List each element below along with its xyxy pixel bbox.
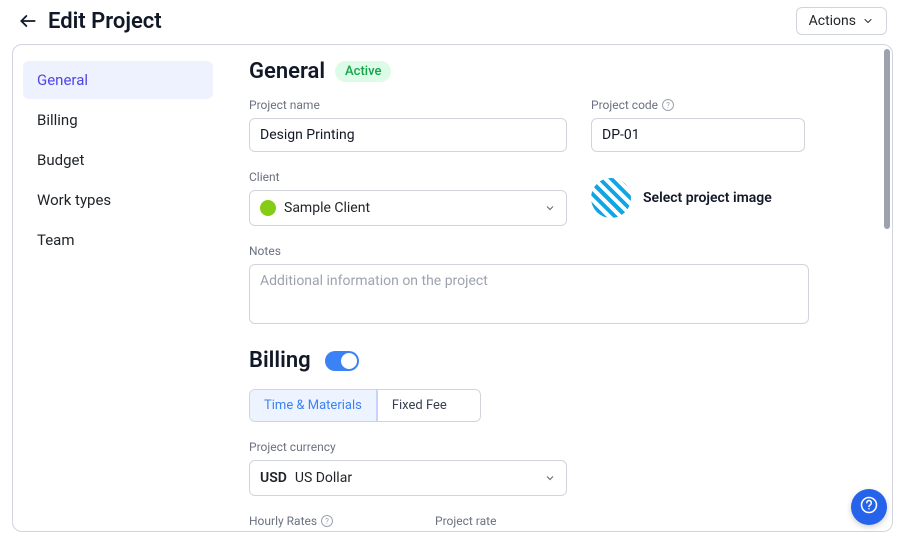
- currency-select[interactable]: USD US Dollar: [249, 460, 567, 496]
- question-icon: [860, 496, 878, 518]
- help-fab[interactable]: [851, 489, 887, 525]
- section-title-general: General: [249, 59, 325, 84]
- client-name: Sample Client: [284, 200, 370, 216]
- sidebar-item-general[interactable]: General: [23, 61, 213, 99]
- client-select[interactable]: Sample Client: [249, 190, 567, 226]
- back-arrow-icon[interactable]: [18, 11, 38, 31]
- actions-button[interactable]: Actions: [796, 7, 887, 35]
- project-image-placeholder[interactable]: [591, 178, 631, 218]
- sidebar-item-billing[interactable]: Billing: [23, 101, 213, 139]
- label-currency: Project currency: [249, 440, 866, 454]
- section-title-billing: Billing: [249, 348, 311, 373]
- actions-label: Actions: [809, 13, 856, 29]
- billing-toggle[interactable]: [325, 351, 359, 371]
- label-notes: Notes: [249, 244, 866, 258]
- chevron-down-icon: [544, 472, 556, 484]
- status-badge: Active: [335, 61, 391, 82]
- project-code-input[interactable]: [591, 118, 805, 152]
- scrollbar-thumb[interactable]: [884, 49, 890, 229]
- client-color-dot: [260, 200, 276, 216]
- tab-fixed-fee[interactable]: Fixed Fee: [377, 390, 461, 421]
- billing-type-segmented: Time & Materials Fixed Fee: [249, 389, 481, 422]
- sidebar-item-budget[interactable]: Budget: [23, 141, 213, 179]
- chevron-down-icon: [544, 202, 556, 214]
- tab-time-materials[interactable]: Time & Materials: [250, 390, 377, 421]
- label-project-name: Project name: [249, 98, 567, 112]
- notes-input[interactable]: [249, 264, 809, 324]
- sidebar: General Billing Budget Work types Team: [13, 45, 223, 531]
- help-icon[interactable]: ?: [321, 515, 333, 527]
- help-icon[interactable]: ?: [662, 99, 674, 111]
- select-project-image-link[interactable]: Select project image: [643, 190, 772, 206]
- chevron-down-icon: [862, 15, 874, 27]
- label-hourly-rates: Hourly Rates ?: [249, 514, 407, 528]
- sidebar-item-team[interactable]: Team: [23, 221, 213, 259]
- label-project-rate: Project rate: [435, 514, 635, 528]
- label-project-code: Project code ?: [591, 98, 805, 112]
- label-client: Client: [249, 170, 567, 184]
- sidebar-item-work-types[interactable]: Work types: [23, 181, 213, 219]
- currency-code: USD: [260, 470, 287, 486]
- project-name-input[interactable]: [249, 118, 567, 152]
- page-title: Edit Project: [48, 9, 162, 34]
- currency-name: US Dollar: [295, 470, 352, 486]
